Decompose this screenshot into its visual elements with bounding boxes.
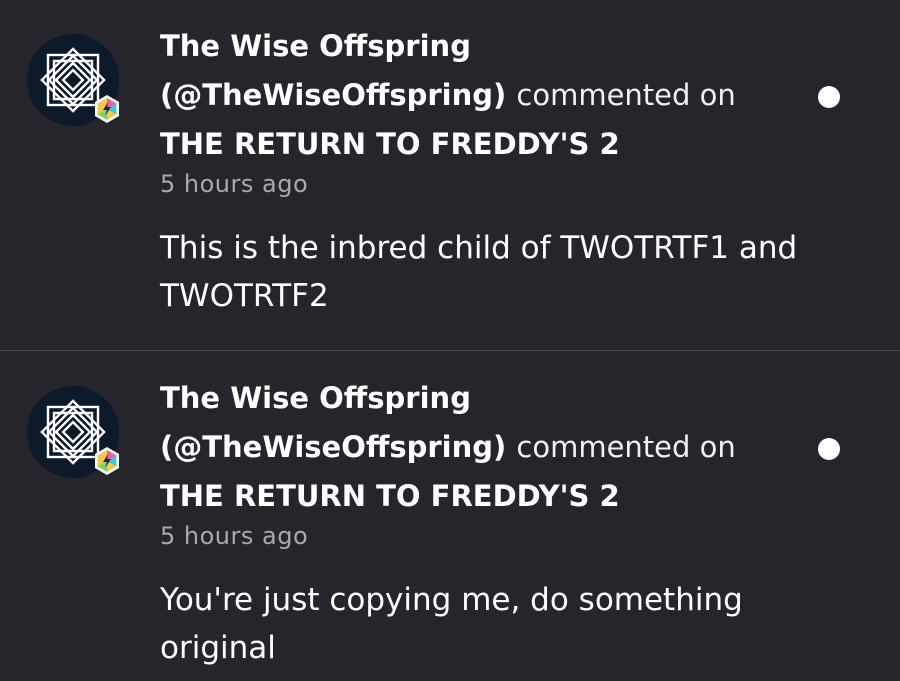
unread-dot-icon [818,86,840,108]
author-name-link[interactable]: The Wise Offspring [160,29,471,63]
notification-text: The Wise Offspring (@TheWiseOffspring) c… [160,374,800,521]
author-handle-link[interactable]: (@TheWiseOffspring) [160,78,506,112]
notification-text: The Wise Offspring (@TheWiseOffspring) c… [160,22,800,169]
target-game-link[interactable]: THE RETURN TO FREDDY'S 2 [160,127,620,161]
comment-text: You're just copying me, do something ori… [160,582,743,666]
target-game-link[interactable]: THE RETURN TO FREDDY'S 2 [160,479,620,513]
unread-dot-icon [818,438,840,460]
action-verb: commented on [516,78,736,112]
hexagon-lightning-badge-icon [95,447,119,475]
notification-item[interactable]: The Wise Offspring (@TheWiseOffspring) c… [0,352,900,681]
action-verb: commented on [516,430,736,464]
author-name-link[interactable]: The Wise Offspring [160,381,471,415]
timestamp: 5 hours ago [160,522,309,550]
notification-feed: The Wise Offspring (@TheWiseOffspring) c… [0,0,900,681]
notification-item[interactable]: The Wise Offspring (@TheWiseOffspring) c… [0,0,900,360]
hexagon-lightning-badge-icon [95,95,119,123]
avatar[interactable] [27,34,119,126]
avatar[interactable] [27,386,119,478]
comment-text: This is the inbred child of TWOTRTF1 and… [160,230,798,314]
timestamp: 5 hours ago [160,170,309,198]
divider [0,350,900,351]
author-handle-link[interactable]: (@TheWiseOffspring) [160,430,506,464]
